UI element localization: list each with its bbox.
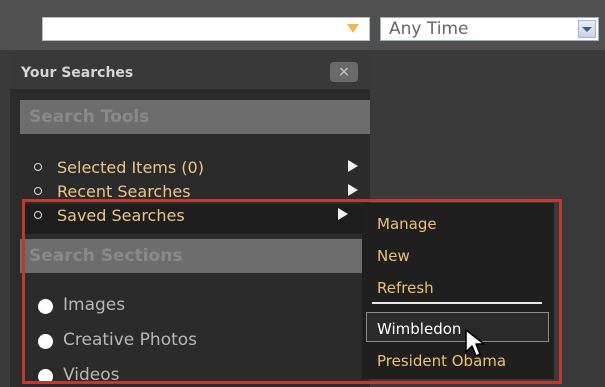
tool-selected-items[interactable]: Selected Items (0): [34, 158, 204, 177]
top-bar: Any Time: [0, 0, 605, 50]
triangle-right-icon[interactable]: [348, 184, 358, 196]
dropdown-arrow-icon[interactable]: [347, 24, 359, 33]
bullet-icon: [34, 211, 42, 219]
search-input[interactable]: [42, 17, 370, 41]
menu-divider: [372, 302, 542, 304]
time-filter-select[interactable]: Any Time: [380, 17, 599, 41]
section-label: Videos: [63, 365, 120, 385]
menu-item-refresh[interactable]: Refresh: [377, 279, 434, 297]
search-tools-heading: Search Tools: [20, 100, 370, 134]
bullet-icon: [34, 163, 42, 171]
saved-searches-item[interactable]: Saved Searches: [34, 206, 185, 225]
section-videos[interactable]: Videos: [38, 365, 120, 385]
saved-search-wimbledon[interactable]: Wimbledon: [377, 320, 461, 338]
triangle-right-icon[interactable]: [338, 208, 348, 220]
radio-icon[interactable]: [38, 334, 53, 349]
section-images[interactable]: Images: [38, 295, 125, 315]
mouse-pointer-icon: [465, 329, 485, 357]
tool-recent-searches[interactable]: Recent Searches: [34, 182, 191, 201]
tool-label: Saved Searches: [57, 206, 185, 225]
tool-label: Recent Searches: [57, 182, 191, 201]
panel-header: Your Searches ×: [10, 55, 370, 89]
menu-item-manage[interactable]: Manage: [377, 215, 437, 233]
section-creative-photos[interactable]: Creative Photos: [38, 330, 197, 350]
close-icon[interactable]: ×: [330, 62, 358, 82]
search-sections-heading-label: Search Sections: [29, 246, 183, 266]
chevron-down-icon[interactable]: [578, 20, 596, 38]
tool-saved-searches[interactable]: Saved Searches: [24, 204, 364, 234]
triangle-right-icon[interactable]: [348, 160, 358, 172]
time-filter-value: Any Time: [389, 19, 469, 39]
panel-title: Your Searches: [21, 65, 134, 81]
radio-icon[interactable]: [38, 369, 53, 384]
section-label: Images: [63, 295, 126, 315]
search-tools-heading-label: Search Tools: [29, 107, 150, 127]
bullet-icon: [34, 187, 42, 195]
radio-icon[interactable]: [38, 299, 53, 314]
tool-label: Selected Items (0): [57, 158, 204, 177]
saved-searches-submenu: Manage New Refresh Wimbledon President O…: [362, 203, 554, 379]
section-label: Creative Photos: [63, 330, 198, 350]
menu-item-new[interactable]: New: [377, 247, 410, 265]
search-sections-heading: Search Sections: [20, 239, 370, 273]
